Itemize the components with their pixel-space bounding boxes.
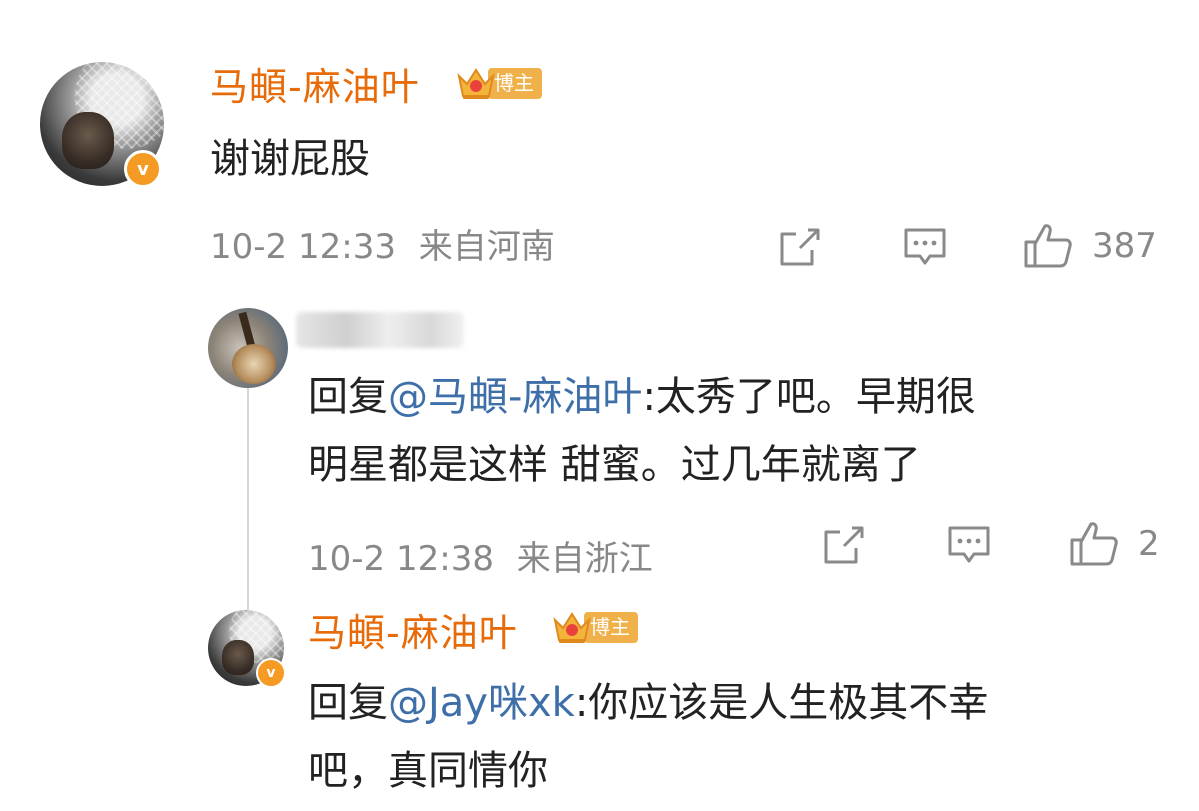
reply-text-line-1: 回复@Jay咪xk:你应该是人生极其不幸 xyxy=(308,678,988,728)
blogger-tag-label: 博主 xyxy=(584,611,638,643)
share-button[interactable] xyxy=(778,226,822,268)
thumbs-up-icon xyxy=(1024,224,1072,268)
like-count: 387 xyxy=(1092,226,1157,266)
avatar-face xyxy=(221,640,254,676)
comment-location: 来自河南 xyxy=(418,227,555,267)
comment-time: 10-2 12:33 xyxy=(210,227,396,267)
like-count: 2 xyxy=(1138,524,1160,564)
share-icon xyxy=(780,228,820,266)
thumbs-up-icon xyxy=(1070,522,1118,566)
verified-badge-icon: v xyxy=(256,658,286,688)
comment-icon xyxy=(948,526,990,563)
share-icon xyxy=(824,526,864,564)
comment-icon xyxy=(904,228,946,265)
crown-icon xyxy=(457,68,495,99)
comment-time: 10-2 12:38 xyxy=(308,539,494,579)
reply-body-1: :你应该是人生极其不幸 xyxy=(574,680,989,726)
mention-link[interactable]: @马頔-麻油叶 xyxy=(388,374,642,420)
verified-badge-icon: v xyxy=(124,150,162,188)
comment-button[interactable] xyxy=(902,226,948,268)
mention-link[interactable]: @Jay咪xk xyxy=(388,680,575,726)
reply-prefix: 回复 xyxy=(308,374,388,420)
blogger-tag-label: 博主 xyxy=(488,67,542,99)
comment-meta: 10-2 12:38 来自浙江 xyxy=(308,538,653,580)
author-name[interactable]: 马頔-麻油叶 xyxy=(308,610,518,656)
comment-3: v 马頔-麻油叶 博主 回复@Jay咪xk:你应该是人生极其不幸 吧，真同情你 xyxy=(0,600,1199,811)
author-name-blurred[interactable] xyxy=(296,312,464,348)
like-button[interactable]: 387 xyxy=(1022,222,1157,270)
comment-meta: 10-2 12:33 来自河南 xyxy=(210,226,555,268)
reply-prefix: 回复 xyxy=(308,680,388,726)
avatar-face xyxy=(62,111,115,169)
comment-location: 来自浙江 xyxy=(516,539,653,579)
blogger-tag: 博主 xyxy=(552,608,638,646)
reply-text-line-1: 回复@马頔-麻油叶:太秀了吧。早期很 xyxy=(308,372,976,422)
reply-text-line-2: 明星都是这样 甜蜜。过几年就离了 xyxy=(308,442,921,488)
share-button[interactable] xyxy=(822,524,866,566)
avatar-guitar-body xyxy=(232,344,276,384)
reply-text-line-2: 吧，真同情你 xyxy=(308,748,548,794)
blogger-tag: 博主 xyxy=(456,64,542,102)
comment-1: v 马頔-麻油叶 博主 谢谢屁股 10-2 12:33 来自河南 387 xyxy=(0,0,1199,290)
comment-text: 谢谢屁股 xyxy=(210,136,370,182)
comment-button[interactable] xyxy=(946,524,992,566)
author-name[interactable]: 马頔-麻油叶 xyxy=(210,64,420,110)
avatar[interactable] xyxy=(208,308,288,388)
reply-body-1: :太秀了吧。早期很 xyxy=(642,374,976,420)
comment-2: 回复@马頔-麻油叶:太秀了吧。早期很 明星都是这样 甜蜜。过几年就离了 10-2… xyxy=(0,290,1199,600)
crown-icon xyxy=(553,612,591,643)
like-button[interactable]: 2 xyxy=(1068,520,1160,568)
